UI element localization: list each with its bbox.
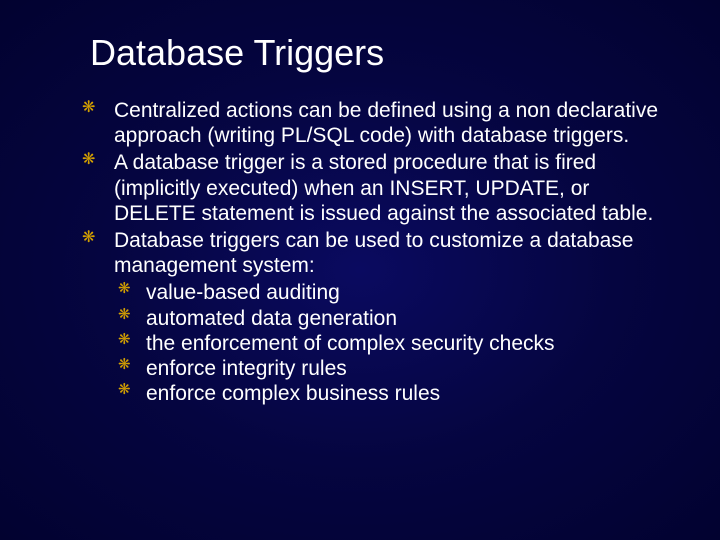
slide-title: Database Triggers <box>90 32 670 74</box>
sub-bullet-item: the enforcement of complex security chec… <box>114 331 670 356</box>
bullet-text: Centralized actions can be defined using… <box>114 99 658 147</box>
sub-bullet-text: value-based auditing <box>146 281 340 304</box>
bullet-text: A database trigger is a stored procedure… <box>114 151 653 224</box>
bullet-text: Database triggers can be used to customi… <box>114 229 633 277</box>
slide: Database Triggers Centralized actions ca… <box>0 0 720 540</box>
bullet-list: Centralized actions can be defined using… <box>80 98 670 406</box>
bullet-item: Centralized actions can be defined using… <box>80 98 670 148</box>
sub-bullet-item: enforce complex business rules <box>114 381 670 406</box>
sub-bullet-list: value-based auditing automated data gene… <box>114 280 670 406</box>
sub-bullet-text: automated data generation <box>146 307 397 330</box>
sub-bullet-item: automated data generation <box>114 306 670 331</box>
bullet-item: Database triggers can be used to customi… <box>80 228 670 406</box>
sub-bullet-item: value-based auditing <box>114 280 670 305</box>
sub-bullet-text: the enforcement of complex security chec… <box>146 332 555 355</box>
sub-bullet-text: enforce complex business rules <box>146 382 440 405</box>
slide-content: Centralized actions can be defined using… <box>80 98 670 406</box>
sub-bullet-text: enforce integrity rules <box>146 357 347 380</box>
bullet-item: A database trigger is a stored procedure… <box>80 150 670 226</box>
sub-bullet-item: enforce integrity rules <box>114 356 670 381</box>
